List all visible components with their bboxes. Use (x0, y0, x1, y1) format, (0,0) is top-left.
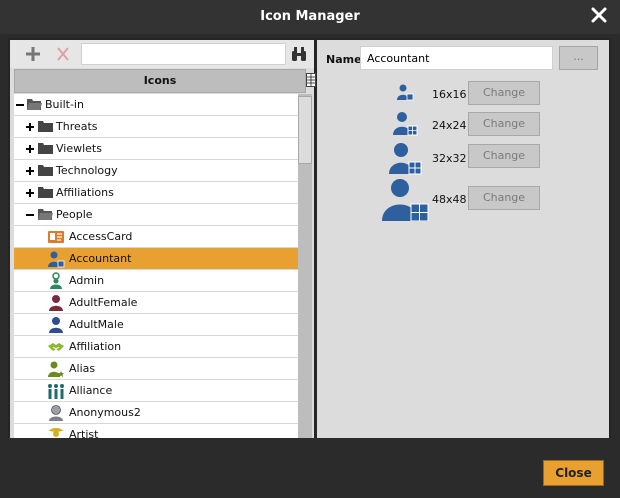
x-icon[interactable] (52, 44, 74, 64)
access-card-icon (48, 231, 64, 243)
size-label-16: 16x16 (432, 88, 467, 101)
adult-female-icon (49, 295, 63, 311)
folder-icon (38, 143, 53, 154)
scrollbar-thumb[interactable] (298, 96, 312, 164)
collapse-icon[interactable] (15, 100, 25, 110)
tree-node-people[interactable]: People (14, 204, 298, 226)
tree-node-threats[interactable]: Threats (14, 116, 298, 138)
list-item-label: AdultFemale (69, 296, 138, 309)
column-chooser-icon[interactable] (306, 71, 316, 89)
adult-male-icon (49, 317, 63, 333)
search-input[interactable] (81, 43, 286, 65)
artist-icon (49, 428, 63, 437)
alliance-icon (48, 384, 64, 399)
open-folder-icon (38, 209, 53, 220)
icons-panel: Icons Built-in Threats Viewlets Technolo… (10, 40, 316, 438)
change-32-button[interactable]: Change (468, 144, 540, 168)
folder-icon (38, 121, 53, 132)
list-item-label: Admin (69, 274, 105, 287)
list-item[interactable]: Anonymous2 (14, 402, 298, 424)
list-item[interactable]: AccessCard (14, 226, 298, 248)
tree-node-viewlets[interactable]: Viewlets (14, 138, 298, 160)
alias-icon (48, 361, 64, 377)
list-item[interactable]: Admin (14, 270, 298, 292)
accountant-16-icon (397, 84, 414, 101)
collapse-icon[interactable] (25, 210, 35, 220)
close-button[interactable]: Close (543, 460, 604, 486)
folder-icon (38, 165, 53, 176)
list-item-label: AccessCard (69, 230, 133, 243)
list-item-label: AdultMale (69, 318, 124, 331)
list-item-label: Accountant (69, 252, 132, 265)
tree-node-label: Technology (56, 164, 118, 177)
list-item[interactable]: Alias (14, 358, 298, 380)
tree-node-label: Affiliations (56, 186, 114, 199)
list-item[interactable]: AdultFemale (14, 292, 298, 314)
open-folder-icon (27, 99, 42, 110)
list-item[interactable]: Affiliation (14, 336, 298, 358)
tree-node-built-in[interactable]: Built-in (14, 94, 298, 116)
close-icon[interactable] (590, 6, 608, 24)
title-bar: Icon Manager (0, 0, 620, 34)
name-field[interactable] (360, 46, 553, 70)
folder-icon (38, 187, 53, 198)
tree-node-affiliations[interactable]: Affiliations (14, 182, 298, 204)
list-item[interactable]: Alliance (14, 380, 298, 402)
admin-icon (50, 272, 62, 289)
list-item-label: Alias (69, 362, 96, 375)
size-label-24: 24x24 (432, 119, 467, 132)
tree-node-label: Built-in (45, 98, 84, 111)
change-24-button[interactable]: Change (468, 112, 540, 136)
list-item-label: Affiliation (69, 340, 122, 353)
accountant-icon (48, 251, 65, 268)
icon-tree: Built-in Threats Viewlets Technology Aff… (14, 94, 298, 438)
icon-details-panel: Name ... 16x16 Change 24x24 Change 32x32… (317, 40, 609, 438)
handshake-icon (48, 343, 64, 351)
expand-icon[interactable] (25, 144, 35, 154)
change-16-button[interactable]: Change (468, 81, 540, 105)
anonymous-icon (49, 405, 63, 421)
tree-node-label: Viewlets (56, 142, 102, 155)
browse-button[interactable]: ... (559, 46, 598, 70)
list-item-label: Anonymous2 (69, 406, 141, 419)
name-label: Name (326, 53, 362, 66)
tree-node-label: Threats (56, 120, 98, 133)
accountant-32-icon (389, 143, 422, 175)
list-item-label: Alliance (69, 384, 113, 397)
list-item-selected[interactable]: Accountant (14, 248, 298, 270)
list-item-label: Artist (69, 428, 99, 438)
size-label-48: 48x48 (432, 193, 467, 206)
tree-node-technology[interactable]: Technology (14, 160, 298, 182)
size-label-32: 32x32 (432, 152, 467, 165)
binoculars-icon[interactable] (290, 45, 308, 63)
list-item[interactable]: AdultMale (14, 314, 298, 336)
tree-node-label: People (56, 208, 93, 221)
tree-scrollbar[interactable] (298, 94, 312, 438)
icons-toolbar (10, 40, 314, 68)
list-item[interactable]: Artist (14, 424, 298, 438)
window-title: Icon Manager (260, 9, 360, 24)
expand-icon[interactable] (25, 166, 35, 176)
plus-icon[interactable] (22, 44, 44, 64)
accountant-24-icon (393, 112, 418, 136)
accountant-48-icon (382, 179, 429, 221)
expand-icon[interactable] (25, 188, 35, 198)
dialog-footer (0, 440, 620, 498)
change-48-button[interactable]: Change (468, 186, 540, 210)
expand-icon[interactable] (25, 122, 35, 132)
icons-column-header[interactable]: Icons (14, 69, 306, 93)
